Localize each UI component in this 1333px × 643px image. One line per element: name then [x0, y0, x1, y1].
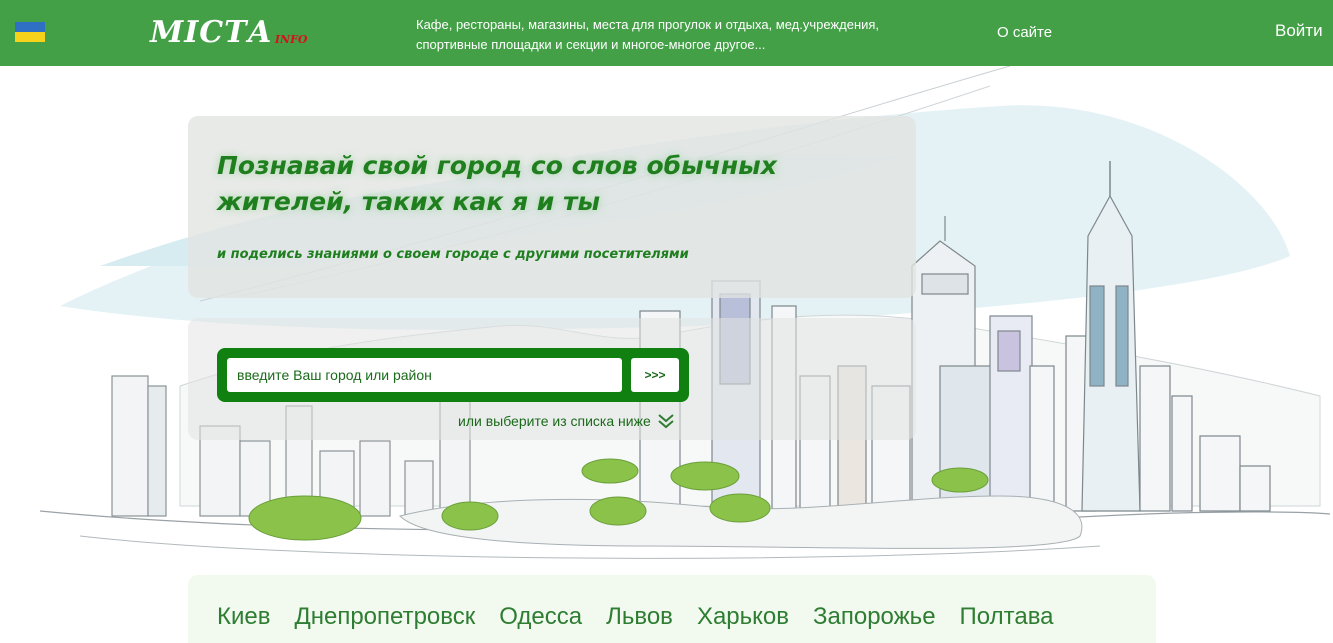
- city-link-poltava[interactable]: Полтава: [960, 603, 1054, 631]
- hero-subline: и поделись знаниями о своем городе с дру…: [217, 247, 689, 262]
- ukraine-flag-icon[interactable]: [15, 22, 45, 42]
- site-logo[interactable]: МІСТА INFO: [150, 14, 307, 48]
- header-tagline: Кафе, рестораны, магазины, места для про…: [416, 17, 880, 52]
- search-submit-button[interactable]: >>>: [631, 358, 679, 392]
- search-panel: введите Ваш город или район >>> или выбе…: [188, 318, 916, 440]
- choose-from-list-label: или выберите из списка ниже: [458, 413, 651, 429]
- double-chevron-down-icon: [658, 414, 674, 429]
- flag-blue-stripe: [15, 22, 45, 32]
- search-box: введите Ваш город или район >>>: [217, 348, 689, 402]
- headline-panel: Познавай свой город со слов обычных жите…: [188, 116, 916, 298]
- city-link-odessa[interactable]: Одесса: [499, 603, 582, 631]
- city-link-dnepropetrovsk[interactable]: Днепропетровск: [294, 603, 475, 631]
- city-link-lviv[interactable]: Львов: [606, 603, 673, 631]
- cities-panel: Киев Днепропетровск Одесса Львов Харьков…: [188, 575, 1156, 643]
- hero-headline: Познавай свой город со слов обычных жите…: [217, 151, 777, 216]
- city-list: Киев Днепропетровск Одесса Львов Харьков…: [217, 603, 1078, 631]
- city-search-input[interactable]: введите Ваш город или район: [227, 358, 622, 392]
- city-link-kiev[interactable]: Киев: [217, 603, 270, 631]
- choose-from-list-link[interactable]: или выберите из списка ниже: [458, 412, 675, 430]
- city-link-zaporozhye[interactable]: Запорожье: [813, 603, 936, 631]
- about-link[interactable]: О сайте: [997, 24, 1052, 41]
- flag-yellow-stripe: [15, 32, 45, 42]
- logo-wordmark: МІСТА: [150, 15, 273, 50]
- top-navbar: МІСТА INFO Кафе, рестораны, магазины, ме…: [0, 0, 1333, 66]
- logo-suffix: INFO: [274, 33, 308, 46]
- city-link-kharkov[interactable]: Харьков: [697, 603, 789, 631]
- login-link[interactable]: Войти: [1275, 21, 1323, 41]
